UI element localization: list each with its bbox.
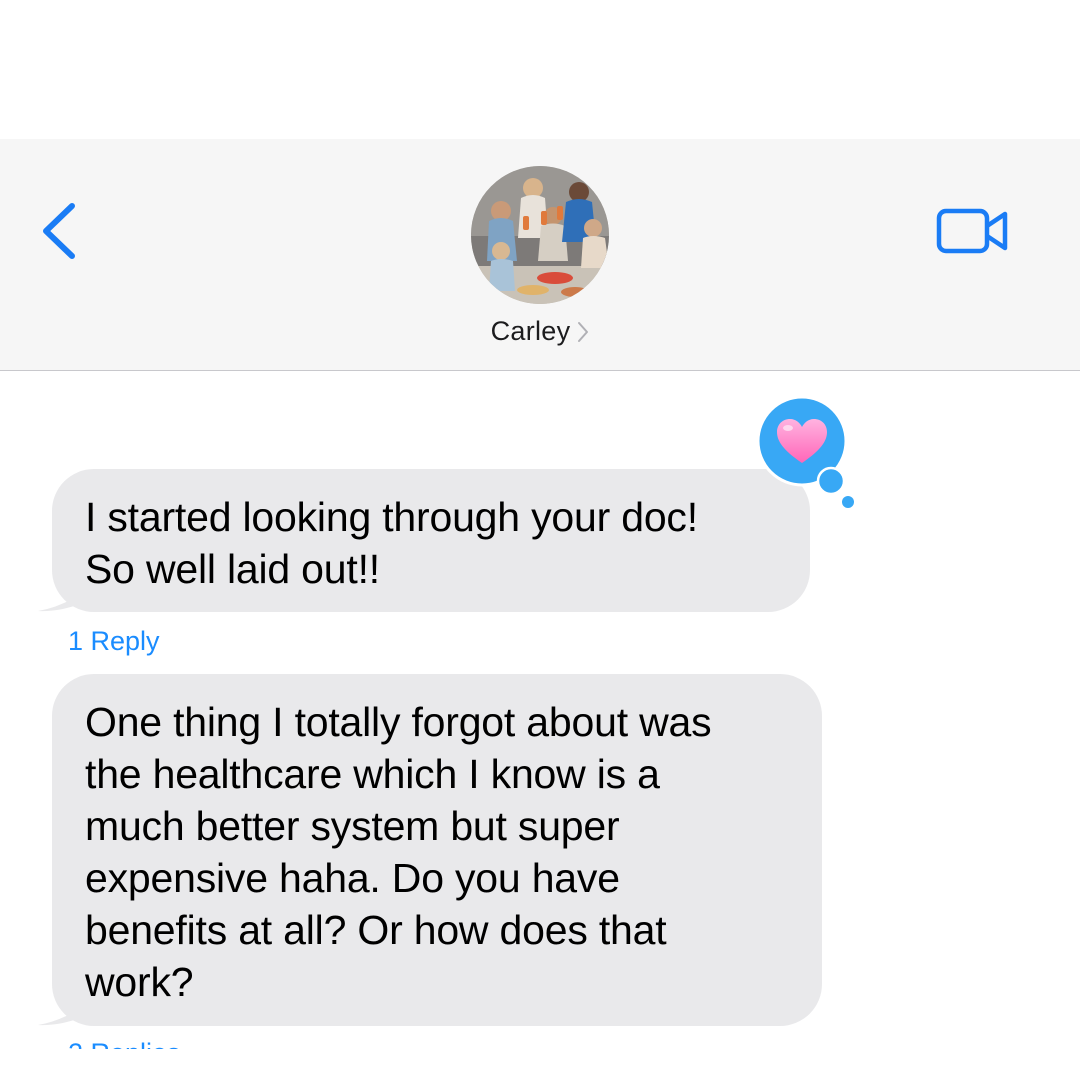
message-line: the healthcare which I know is a xyxy=(85,751,660,797)
video-camera-icon xyxy=(936,208,1008,254)
message-bubble[interactable]: I started looking through your doc! So w… xyxy=(52,469,810,612)
chevron-left-icon xyxy=(43,203,75,259)
message-line: One thing I totally forgot about was xyxy=(85,699,712,745)
message-line: expensive haha. Do you have xyxy=(85,855,620,901)
contact-name-row[interactable]: Carley xyxy=(0,311,1080,351)
thread-replies-link[interactable]: 2 Replies xyxy=(68,1040,181,1049)
message-line: much better system but super xyxy=(85,803,620,849)
contact-name: Carley xyxy=(490,315,571,346)
contact-avatar[interactable] xyxy=(471,166,609,304)
group-photo-avatar-image xyxy=(471,166,609,304)
message-line: I started looking through your doc! xyxy=(85,494,698,540)
message-line: work? xyxy=(85,959,194,1005)
thread-replies-label: 2 Replies xyxy=(68,1040,181,1049)
chevron-right-icon xyxy=(578,322,589,342)
facetime-video-button[interactable] xyxy=(936,207,1010,255)
heart-reaction-badge[interactable] xyxy=(755,395,855,510)
message-bubble[interactable]: One thing I totally forgot about was the… xyxy=(52,674,822,1026)
message-line: So well laid out!! xyxy=(85,546,380,592)
message-line: benefits at all? Or how does that xyxy=(85,907,667,953)
back-button[interactable] xyxy=(38,200,82,262)
thread-replies-link[interactable]: 1 Reply xyxy=(68,626,160,657)
